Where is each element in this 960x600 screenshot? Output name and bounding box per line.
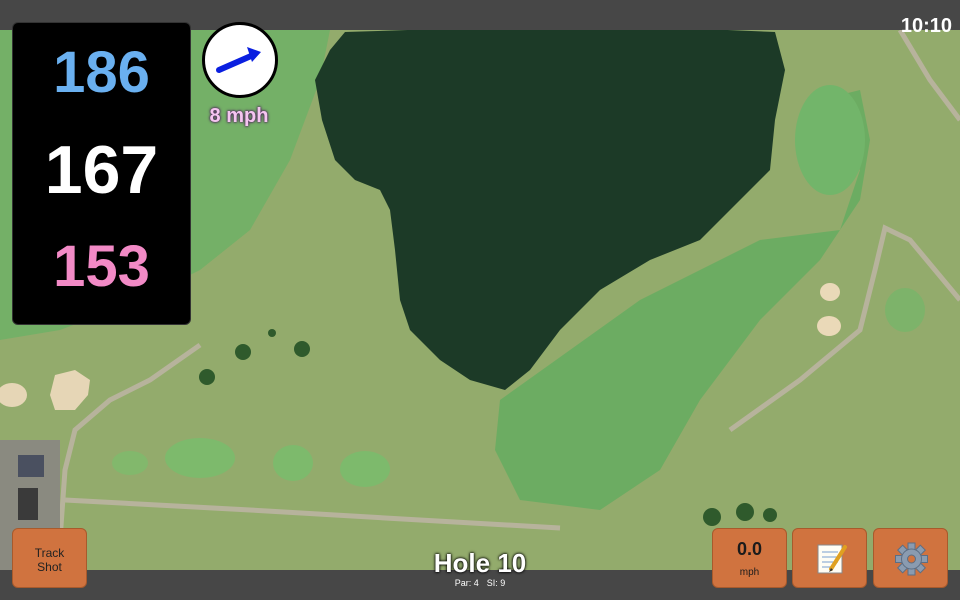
- notepad-icon: [817, 544, 847, 574]
- tree: [703, 508, 721, 526]
- tree: [294, 341, 310, 357]
- wind-speed: 8 mph: [209, 105, 269, 127]
- speed-unit: mph: [739, 567, 760, 578]
- tee-box: [885, 288, 925, 332]
- hole-info: Par: 4 SI: 9: [380, 578, 580, 588]
- hole-title: Hole 10: [433, 548, 527, 578]
- tee-box: [340, 451, 390, 487]
- track-shot-label: Shot: [37, 560, 62, 574]
- bunker: [817, 316, 841, 336]
- building: [18, 488, 38, 520]
- arrow-icon: [216, 47, 261, 73]
- clock: 10:10: [900, 15, 952, 37]
- settings-button[interactable]: [873, 528, 948, 588]
- notes-button[interactable]: [792, 528, 867, 588]
- track-shot-label: Track: [34, 546, 65, 560]
- tee-box: [273, 445, 313, 481]
- building: [18, 455, 44, 477]
- back-distance: 186: [53, 40, 150, 105]
- tree: [736, 503, 754, 521]
- tree: [763, 508, 777, 522]
- speed-value: 0.0: [736, 539, 763, 559]
- tree: [199, 369, 215, 385]
- track-shot-button[interactable]: Track Shot: [12, 528, 87, 588]
- tee-box: [112, 451, 148, 475]
- gear-icon: [895, 542, 928, 576]
- tree: [268, 329, 276, 337]
- yardage-panel: 186 167 153: [12, 22, 191, 325]
- tree: [235, 344, 251, 360]
- putting-green: [795, 85, 865, 195]
- center-distance: 167: [44, 132, 159, 208]
- hole-si: SI: 9: [486, 578, 506, 588]
- wind-indicator: [202, 22, 278, 98]
- speed-button[interactable]: 0.0 mph: [712, 528, 787, 588]
- front-distance: 153: [53, 234, 150, 299]
- bunker: [820, 283, 840, 301]
- hole-par: Par: 4: [454, 578, 479, 588]
- tee-box: [165, 438, 235, 478]
